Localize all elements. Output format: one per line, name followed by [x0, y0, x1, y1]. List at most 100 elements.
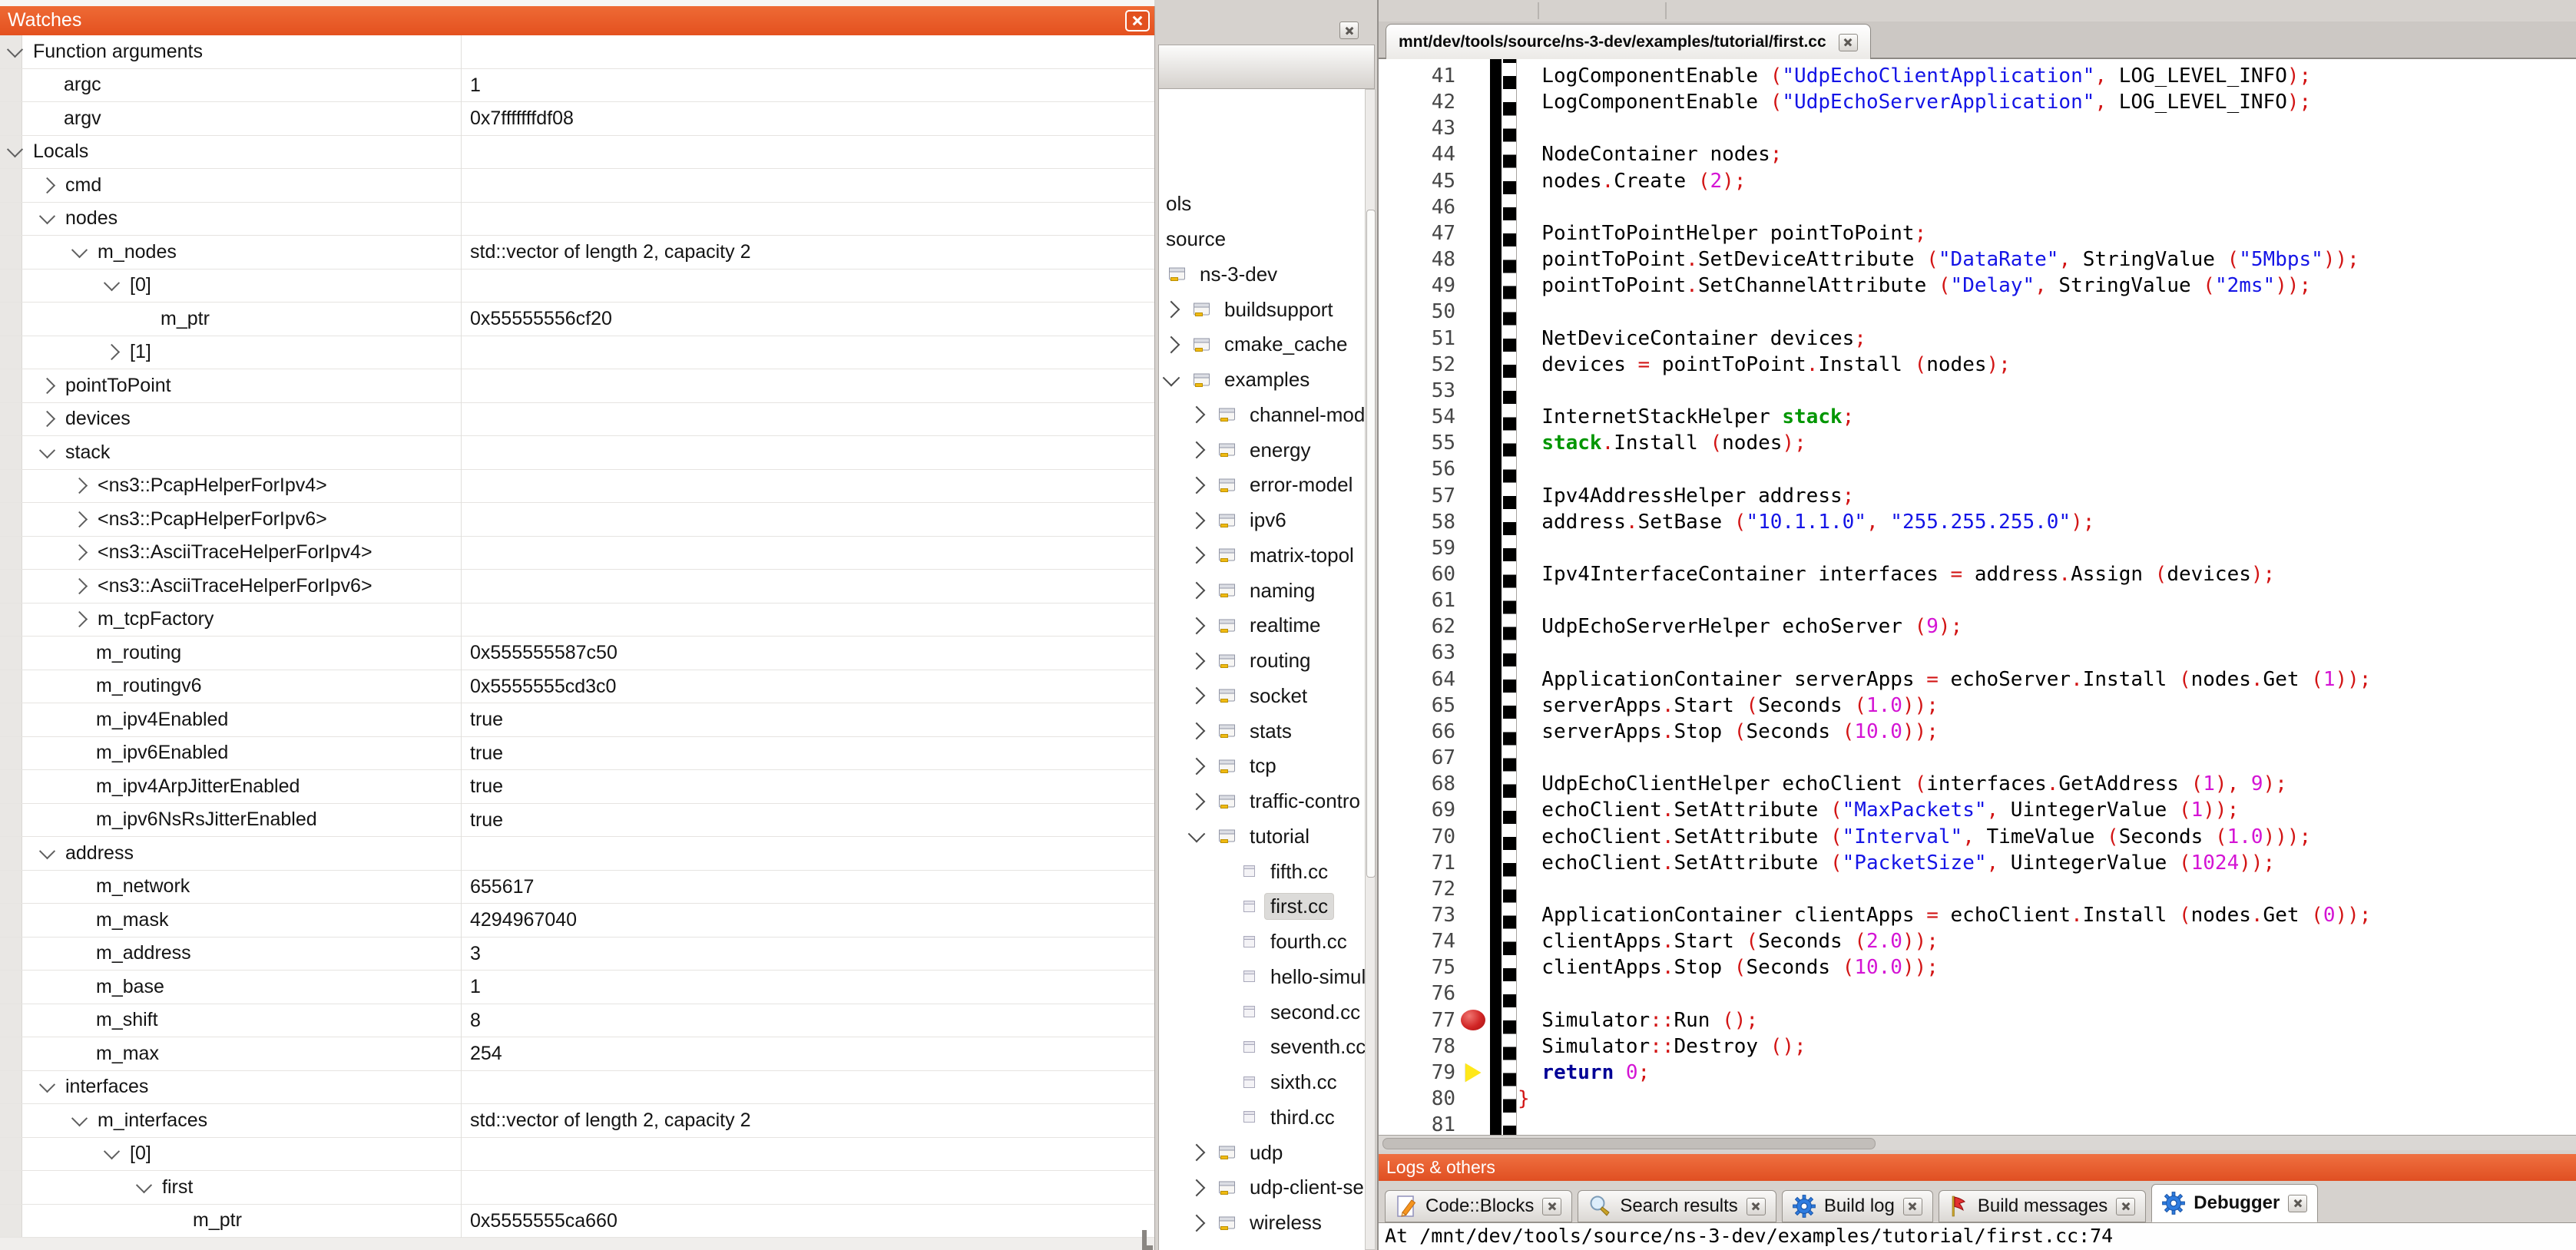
watch-row[interactable]: m_network655617: [0, 871, 1154, 904]
tree-item-fifth-cc[interactable]: fifth.cc: [1159, 854, 1365, 889]
tree-item-stats[interactable]: stats: [1159, 713, 1365, 749]
tree-item-tutorial[interactable]: tutorial: [1159, 819, 1365, 855]
watch-row[interactable]: m_ipv4ArpJitterEnabledtrue: [0, 770, 1154, 804]
marker-margin[interactable]: [1459, 168, 1488, 194]
code-line[interactable]: 69 echoClient.SetAttribute ("MaxPackets"…: [1379, 797, 2576, 823]
marker-margin[interactable]: [1459, 771, 1488, 797]
close-icon[interactable]: [1125, 10, 1150, 31]
chevron-down-icon[interactable]: [7, 41, 23, 58]
code-line[interactable]: 45 nodes.Create (2);: [1379, 168, 2576, 194]
marker-margin[interactable]: [1459, 1112, 1488, 1135]
marker-margin[interactable]: [1459, 273, 1488, 299]
watches-titlebar[interactable]: Watches: [0, 6, 1154, 35]
marker-margin[interactable]: [1459, 89, 1488, 115]
tree-item-routing[interactable]: routing: [1159, 643, 1365, 679]
watch-row[interactable]: m_ptr0x55555556cf20: [0, 303, 1154, 336]
chevron-right-icon[interactable]: [1188, 617, 1206, 635]
code-line[interactable]: 41 LogComponentEnable ("UdpEchoClientApp…: [1379, 63, 2576, 89]
watch-row[interactable]: <ns3::PcapHelperForIpv6>: [0, 503, 1154, 537]
watch-row[interactable]: address: [0, 837, 1154, 871]
marker-margin[interactable]: [1459, 483, 1488, 509]
editor-hscrollbar-thumb[interactable]: [1382, 1138, 1876, 1149]
watch-row[interactable]: m_interfacesstd::vector of length 2, cap…: [0, 1104, 1154, 1138]
tab-build-log[interactable]: Build log: [1782, 1190, 1933, 1222]
marker-margin[interactable]: [1459, 850, 1488, 876]
chevron-right-icon[interactable]: [1188, 477, 1206, 494]
code-line[interactable]: 59: [1379, 535, 2576, 561]
marker-margin[interactable]: [1459, 902, 1488, 928]
tab-codeblocks[interactable]: Code::Blocks: [1385, 1190, 1572, 1222]
watch-row[interactable]: [1]: [0, 336, 1154, 370]
chevron-down-icon[interactable]: [104, 1143, 120, 1159]
chevron-right-icon[interactable]: [1188, 406, 1206, 424]
code-line[interactable]: 71 echoClient.SetAttribute ("PacketSize"…: [1379, 850, 2576, 876]
code-area[interactable]: 41 LogComponentEnable ("UdpEchoClientApp…: [1379, 59, 2576, 1135]
splitter-grip-icon[interactable]: [1538, 2, 1539, 19]
watch-row[interactable]: Function arguments: [0, 35, 1154, 69]
code-line[interactable]: 57 Ipv4AddressHelper address;: [1379, 483, 2576, 509]
tree-item-seventh-cc[interactable]: seventh.cc: [1159, 1030, 1365, 1065]
close-tab-icon[interactable]: [2116, 1198, 2135, 1215]
chevron-right-icon[interactable]: [71, 611, 88, 627]
watch-row[interactable]: argc1: [0, 69, 1154, 103]
code-line[interactable]: 48 pointToPoint.SetDeviceAttribute ("Dat…: [1379, 246, 2576, 273]
code-line[interactable]: 54 InternetStackHelper stack;: [1379, 404, 2576, 430]
code-line[interactable]: 51 NetDeviceContainer devices;: [1379, 326, 2576, 352]
chevron-right-icon[interactable]: [104, 344, 120, 360]
close-tab-icon[interactable]: [2288, 1195, 2307, 1212]
tree-item-sixth-cc[interactable]: sixth.cc: [1159, 1065, 1365, 1100]
chevron-right-icon[interactable]: [1188, 1144, 1206, 1162]
watch-row[interactable]: argv0x7fffffffdf08: [0, 102, 1154, 136]
code-line[interactable]: 49 pointToPoint.SetChannelAttribute ("De…: [1379, 273, 2576, 299]
code-line[interactable]: 42 LogComponentEnable ("UdpEchoServerApp…: [1379, 89, 2576, 115]
tab-build-messages[interactable]: Build messages: [1939, 1190, 2146, 1222]
code-line[interactable]: 44 NodeContainer nodes;: [1379, 141, 2576, 167]
close-tab-icon[interactable]: [1903, 1198, 1922, 1215]
chevron-right-icon[interactable]: [1188, 511, 1206, 529]
code-line[interactable]: 65 serverApps.Start (Seconds (1.0));: [1379, 693, 2576, 719]
code-line[interactable]: 62 UdpEchoServerHelper echoServer (9);: [1379, 613, 2576, 640]
marker-margin[interactable]: [1459, 194, 1488, 220]
marker-margin[interactable]: [1459, 326, 1488, 352]
watch-row[interactable]: cmd: [0, 169, 1154, 203]
watch-row[interactable]: nodes: [0, 203, 1154, 236]
code-line[interactable]: 73 ApplicationContainer clientApps = ech…: [1379, 902, 2576, 928]
chevron-right-icon[interactable]: [71, 544, 88, 561]
chevron-down-icon[interactable]: [1188, 825, 1206, 843]
watch-row[interactable]: m_tcpFactory: [0, 604, 1154, 637]
marker-margin[interactable]: [1459, 430, 1488, 456]
chevron-down-icon[interactable]: [71, 1110, 88, 1126]
tree-item-wireless[interactable]: wireless: [1159, 1205, 1365, 1241]
chevron-down-icon[interactable]: [1163, 369, 1180, 386]
code-line[interactable]: 46: [1379, 194, 2576, 220]
watches-column-divider[interactable]: [461, 35, 462, 1238]
marker-margin[interactable]: [1459, 115, 1488, 141]
marker-margin[interactable]: [1459, 876, 1488, 902]
marker-margin[interactable]: [1459, 299, 1488, 325]
watch-row[interactable]: m_ipv6NsRsJitterEnabledtrue: [0, 804, 1154, 838]
marker-margin[interactable]: [1459, 693, 1488, 719]
code-line[interactable]: 58 address.SetBase ("10.1.1.0", "255.255…: [1379, 509, 2576, 535]
watch-row[interactable]: m_ipv4Enabledtrue: [0, 703, 1154, 737]
watch-row[interactable]: [0]: [0, 270, 1154, 303]
chevron-right-icon[interactable]: [71, 578, 88, 594]
splitter-grip-icon[interactable]: [1665, 2, 1667, 19]
tree-item-cmake-cache[interactable]: cmake_cache: [1159, 327, 1365, 362]
chevron-down-icon[interactable]: [71, 242, 88, 258]
marker-margin[interactable]: [1459, 797, 1488, 823]
chevron-right-icon[interactable]: [1188, 792, 1206, 810]
tree-item-energy[interactable]: energy: [1159, 432, 1365, 468]
code-line[interactable]: 72: [1379, 876, 2576, 902]
watch-row[interactable]: m_routingv60x5555555cd3c0: [0, 670, 1154, 704]
chevron-right-icon[interactable]: [71, 511, 88, 527]
watch-row[interactable]: interfaces: [0, 1071, 1154, 1105]
marker-margin[interactable]: [1459, 535, 1488, 561]
tree-item-ns-3-dev[interactable]: ns-3-dev: [1159, 257, 1365, 293]
tree-item-ipv6[interactable]: ipv6: [1159, 503, 1365, 538]
marker-margin[interactable]: [1459, 980, 1488, 1007]
watch-row[interactable]: m_ipv6Enabledtrue: [0, 737, 1154, 771]
tree-item-first-cc[interactable]: first.cc: [1159, 889, 1365, 924]
marker-margin[interactable]: [1459, 954, 1488, 980]
tree-item-matrix-topol[interactable]: matrix-topol: [1159, 538, 1365, 574]
marker-margin[interactable]: [1459, 63, 1488, 89]
